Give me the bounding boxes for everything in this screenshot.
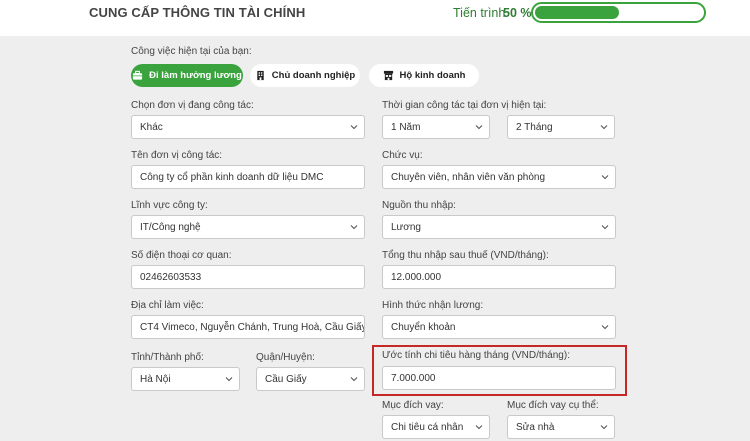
- office-phone-value: 02462603533: [140, 271, 202, 283]
- chevron-down-icon: [601, 225, 609, 230]
- work-address-value: CT4 Vimeco, Nguyễn Chánh, Trung Hoà, Cầu…: [140, 321, 365, 333]
- position-label: Chức vụ:: [382, 150, 423, 161]
- job-type-label: Công việc hiện tại của bạn:: [131, 46, 252, 57]
- payment-method-label: Hình thức nhận lương:: [382, 300, 484, 311]
- district-value: Cầu Giấy: [265, 373, 307, 385]
- loan-purpose-label: Mục đích vay:: [382, 400, 444, 411]
- chevron-down-icon: [475, 425, 483, 430]
- monthly-spending-label: Ước tính chi tiêu hàng tháng (VND/tháng)…: [382, 350, 570, 361]
- industry-select[interactable]: IT/Công nghệ: [131, 215, 365, 239]
- district-label: Quận/Huyện:: [256, 352, 315, 363]
- chevron-down-icon: [225, 377, 233, 382]
- chevron-down-icon: [600, 425, 608, 430]
- position-select[interactable]: Chuyên viên, nhân viên văn phòng: [382, 165, 616, 189]
- company-name-value: Công ty cổ phần kinh doanh dữ liệu DMC: [140, 171, 324, 183]
- tenure-months-value: 2 Tháng: [516, 121, 553, 133]
- briefcase-icon: [133, 70, 143, 80]
- loan-purpose-detail-select[interactable]: Sửa nhà: [507, 415, 615, 439]
- loan-purpose-detail-label: Mục đích vay cụ thể:: [507, 400, 599, 411]
- industry-label: Lĩnh vực công ty:: [131, 200, 208, 211]
- income-input[interactable]: 12.000.000: [382, 265, 616, 289]
- progress-fill: [535, 6, 619, 19]
- job-type-salaried-label: Đi làm hưởng lương: [149, 70, 242, 81]
- tenure-months-select[interactable]: 2 Tháng: [507, 115, 615, 139]
- income-value: 12.000.000: [391, 271, 442, 283]
- job-type-owner-label: Chủ doanh nghiệp: [271, 70, 356, 81]
- store-icon: [383, 70, 393, 81]
- province-value: Hà Nội: [140, 373, 171, 385]
- province-select[interactable]: Hà Nội: [131, 367, 240, 391]
- unit-type-select[interactable]: Khác: [131, 115, 365, 139]
- unit-type-value: Khác: [140, 121, 163, 133]
- chevron-down-icon: [350, 225, 358, 230]
- chevron-down-icon: [601, 175, 609, 180]
- monthly-spending-input[interactable]: 7.000.000: [382, 366, 616, 390]
- position-value: Chuyên viên, nhân viên văn phòng: [391, 171, 546, 183]
- chevron-down-icon: [600, 125, 608, 130]
- building-icon: [257, 70, 264, 81]
- job-type-owner-button[interactable]: Chủ doanh nghiệp: [250, 64, 360, 87]
- progress-label: Tiến trình: [453, 6, 506, 20]
- work-address-label: Địa chỉ làm việc:: [131, 300, 204, 311]
- progress-percent: 50 %: [503, 6, 532, 20]
- progress-bar: [531, 2, 706, 23]
- loan-purpose-detail-value: Sửa nhà: [516, 421, 555, 433]
- income-label: Tổng thu nhập sau thuế (VND/tháng):: [382, 250, 549, 261]
- district-select[interactable]: Cầu Giấy: [256, 367, 365, 391]
- chevron-down-icon: [350, 125, 358, 130]
- tenure-label: Thời gian công tác tại đơn vị hiện tại:: [382, 100, 547, 111]
- tenure-years-select[interactable]: 1 Năm: [382, 115, 490, 139]
- job-type-household-button[interactable]: Hộ kinh doanh: [369, 64, 479, 87]
- office-phone-label: Số điện thoại cơ quan:: [131, 250, 232, 261]
- chevron-down-icon: [350, 377, 358, 382]
- income-source-value: Lương: [391, 221, 421, 233]
- unit-type-label: Chọn đơn vị đang công tác:: [131, 100, 254, 111]
- payment-method-value: Chuyển khoản: [391, 321, 456, 333]
- office-phone-input[interactable]: 02462603533: [131, 265, 365, 289]
- page-title: CUNG CẤP THÔNG TIN TÀI CHÍNH: [89, 5, 306, 20]
- industry-value: IT/Công nghệ: [140, 221, 201, 233]
- header-bar: CUNG CẤP THÔNG TIN TÀI CHÍNH Tiến trình …: [0, 0, 750, 36]
- chevron-down-icon: [601, 325, 609, 330]
- loan-purpose-value: Chi tiêu cá nhân: [391, 421, 464, 433]
- payment-method-select[interactable]: Chuyển khoản: [382, 315, 616, 339]
- job-type-salaried-button[interactable]: Đi làm hưởng lương: [131, 64, 243, 87]
- chevron-down-icon: [475, 125, 483, 130]
- job-type-household-label: Hộ kinh doanh: [399, 70, 466, 81]
- tenure-years-value: 1 Năm: [391, 121, 421, 133]
- monthly-spending-value: 7.000.000: [391, 372, 436, 384]
- company-name-label: Tên đơn vị công tác:: [131, 150, 223, 161]
- income-source-select[interactable]: Lương: [382, 215, 616, 239]
- company-name-input[interactable]: Công ty cổ phần kinh doanh dữ liệu DMC: [131, 165, 365, 189]
- province-label: Tỉnh/Thành phố:: [131, 352, 204, 363]
- loan-purpose-select[interactable]: Chi tiêu cá nhân: [382, 415, 490, 439]
- work-address-input[interactable]: CT4 Vimeco, Nguyễn Chánh, Trung Hoà, Cầu…: [131, 315, 365, 339]
- income-source-label: Nguồn thu nhập:: [382, 200, 456, 211]
